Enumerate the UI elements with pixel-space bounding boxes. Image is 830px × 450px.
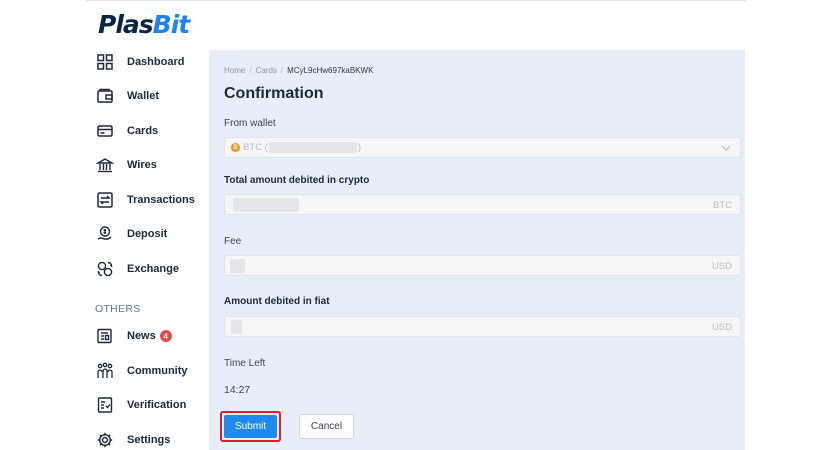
sidebar-item-verification[interactable]: Verification — [96, 390, 186, 420]
breadcrumb-home[interactable]: Home — [224, 66, 245, 75]
amount-fiat-label: Amount debited in fiat — [224, 296, 330, 307]
sidebar-item-transactions[interactable]: Transactions — [96, 185, 195, 215]
plasbit-logo[interactable]: PlasBit — [98, 10, 190, 39]
sidebar-item-settings[interactable]: Settings — [96, 425, 170, 450]
sidebar-section-heading: OTHERS — [95, 303, 141, 315]
sidebar-item-label: Deposit — [127, 228, 168, 240]
sidebar-item-label: Settings — [127, 434, 171, 446]
total-amount-field: BTC — [224, 194, 741, 215]
sidebar-item-label: Wires — [127, 159, 157, 171]
news-icon — [96, 327, 114, 345]
breadcrumb: Home / Cards / MCyL9cHw697kaBKWK — [224, 66, 374, 75]
from-wallet-label: From wallet — [224, 118, 276, 129]
community-icon — [96, 362, 114, 380]
breadcrumb-cards[interactable]: Cards — [256, 66, 277, 75]
card-icon — [96, 122, 114, 140]
redacted-fiat-amount — [231, 320, 242, 334]
bitcoin-icon: B — [231, 143, 240, 152]
sidebar-item-label: Cards — [127, 125, 159, 137]
fee-label: Fee — [224, 236, 242, 247]
transactions-icon — [96, 191, 114, 209]
sidebar-item-label: Transactions — [127, 194, 195, 206]
currency-suffix: USD — [711, 261, 732, 272]
sidebar-item-label: Exchange — [127, 263, 179, 275]
currency-suffix: BTC — [713, 200, 732, 211]
submit-button[interactable]: Submit — [224, 415, 277, 438]
sidebar-item-community[interactable]: Community — [96, 356, 188, 386]
sidebar-item-dashboard[interactable]: Dashboard — [96, 47, 184, 77]
from-wallet-select[interactable]: B BTC ( ) — [224, 137, 741, 158]
exchange-icon — [96, 260, 114, 278]
bank-icon — [96, 156, 114, 174]
confirmation-panel: Home / Cards / MCyL9cHw697kaBKWK Confirmatio… — [209, 50, 745, 450]
cancel-button[interactable]: Cancel — [299, 414, 354, 439]
top-divider — [86, 0, 746, 1]
time-left-label: Time Left — [224, 358, 266, 369]
sidebar-item-wallet[interactable]: Wallet — [96, 81, 159, 111]
sidebar-item-cards[interactable]: Cards — [96, 116, 158, 146]
breadcrumb-current: MCyL9cHw697kaBKWK — [287, 66, 374, 75]
wallet-icon — [96, 87, 114, 105]
verification-icon — [96, 396, 114, 414]
sidebar-item-deposit[interactable]: Deposit — [96, 219, 167, 249]
sidebar-item-label: Community — [127, 365, 188, 377]
sidebar-item-label: Dashboard — [127, 56, 185, 68]
redacted-fee — [230, 259, 245, 273]
notification-badge: 4 — [159, 330, 172, 342]
sidebar-item-wires[interactable]: Wires — [96, 150, 157, 180]
deposit-icon — [96, 225, 114, 243]
sidebar-item-label: News — [127, 330, 156, 342]
total-amount-label: Total amount debited in crypto — [224, 175, 370, 186]
currency-suffix: USD — [711, 322, 732, 333]
amount-fiat-field: USD — [224, 316, 741, 337]
from-wallet-value: B BTC ( ) — [231, 142, 361, 153]
gear-icon — [96, 431, 114, 449]
dashboard-grid-icon — [96, 53, 114, 71]
sidebar-item-label: Wallet — [127, 90, 159, 102]
redacted-wallet-id — [268, 142, 357, 153]
sidebar-item-label: Verification — [127, 399, 187, 411]
fee-field: USD — [224, 255, 741, 276]
chevron-down-icon — [721, 145, 731, 151]
redacted-amount — [233, 198, 299, 212]
sidebar-item-exchange[interactable]: Exchange — [96, 254, 179, 284]
time-left-value: 14:27 — [224, 384, 251, 396]
page-title: Confirmation — [224, 85, 324, 102]
sidebar-item-news[interactable]: News 4 — [96, 321, 172, 351]
